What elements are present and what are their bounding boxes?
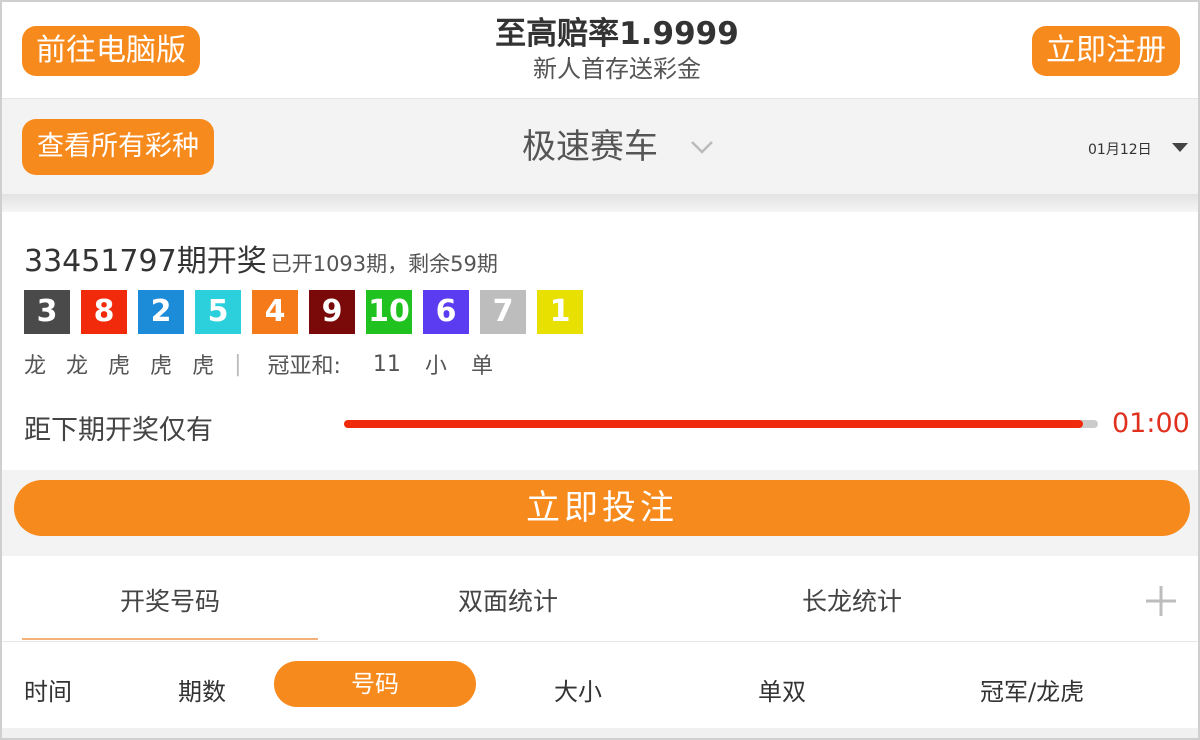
sum-size: 小 — [424, 354, 447, 379]
caret-down-icon[interactable] — [1172, 143, 1188, 152]
result-ball: 10 — [366, 290, 412, 334]
countdown-label: 距下期开奖仅有 — [24, 415, 213, 446]
filter-parity[interactable]: 单双 — [758, 672, 806, 707]
filter-issue[interactable]: 期数 — [178, 672, 226, 707]
active-tab-indicator — [22, 638, 318, 640]
result-ball: 6 — [423, 290, 469, 334]
stats-tabs: 开奖号码 双面统计 长龙统计 — [2, 556, 1198, 642]
chevron-down-icon[interactable] — [690, 135, 714, 159]
result-ball: 7 — [480, 290, 526, 334]
tab-streak-stats[interactable]: 长龙统计 — [802, 582, 902, 618]
issue-info: 已开1093期，剩余59期 — [270, 252, 498, 276]
promo-banner: 至高赔率1.9999 新人首存送彩金 — [402, 16, 832, 86]
result-ball: 9 — [309, 290, 355, 334]
result-ball: 2 — [138, 290, 184, 334]
dragon-tiger-value: 虎 — [150, 354, 173, 379]
dragon-tiger-value: 虎 — [192, 354, 215, 379]
result-ball: 5 — [195, 290, 241, 334]
filter-bar: 时间 期数 号码 大小 单双 冠军/龙虎 — [2, 642, 1198, 728]
separator: | — [234, 351, 242, 377]
result-ball: 8 — [81, 290, 127, 334]
tab-draw-numbers[interactable]: 开奖号码 — [120, 582, 220, 618]
countdown-time: 01:00 — [1112, 408, 1190, 439]
place-bet-button[interactable]: 立即投注 — [14, 480, 1190, 536]
register-button[interactable]: 立即注册 — [1032, 26, 1180, 76]
plus-icon[interactable] — [1144, 584, 1178, 618]
countdown-progress-fill — [344, 420, 1083, 428]
filter-size[interactable]: 大小 — [554, 672, 602, 707]
result-ball: 1 — [537, 290, 583, 334]
tab-two-sided-stats[interactable]: 双面统计 — [458, 582, 558, 618]
result-ball: 4 — [252, 290, 298, 334]
promo-subtitle: 新人首存送彩金 — [533, 55, 701, 83]
sum-value: 11 — [372, 351, 401, 377]
result-balls: 3 8 2 5 4 9 10 6 7 1 — [24, 290, 583, 334]
all-games-button[interactable]: 查看所有彩种 — [22, 119, 214, 175]
filter-champion-dragon-tiger[interactable]: 冠军/龙虎 — [980, 672, 1084, 707]
sum-label: 冠亚和: — [267, 354, 341, 379]
issue-title: 33451797期开奖 — [24, 244, 267, 279]
bottom-divider — [2, 728, 1198, 738]
pc-version-button[interactable]: 前往电脑版 — [22, 26, 200, 76]
result-ball: 3 — [24, 290, 70, 334]
game-name-dropdown[interactable]: 极速赛车 — [522, 125, 658, 169]
dragon-tiger-value: 龙 — [24, 354, 47, 379]
divider — [2, 194, 1198, 212]
countdown-progress-bar — [344, 420, 1098, 428]
date-label[interactable]: 01月12日 — [1088, 139, 1152, 159]
dragon-tiger-row: 龙 龙 虎 虎 虎 | 冠亚和: 11 小 单 — [24, 348, 517, 380]
filter-number[interactable]: 号码 — [274, 661, 476, 707]
dragon-tiger-value: 龙 — [66, 354, 89, 379]
issue-row: 33451797期开奖 已开1093期，剩余59期 — [24, 236, 498, 280]
sum-parity: 单 — [470, 354, 493, 379]
app-frame: 前往电脑版 至高赔率1.9999 新人首存送彩金 立即注册 查看所有彩种 极速赛… — [0, 0, 1200, 740]
header: 前往电脑版 至高赔率1.9999 新人首存送彩金 立即注册 — [2, 2, 1198, 98]
promo-title: 至高赔率1.9999 — [495, 16, 739, 52]
game-selector-bar: 查看所有彩种 极速赛车 01月12日 — [2, 98, 1198, 194]
dragon-tiger-value: 虎 — [108, 354, 131, 379]
bet-zone: 立即投注 — [2, 470, 1198, 556]
filter-time[interactable]: 时间 — [24, 672, 72, 707]
latest-result-panel: 33451797期开奖 已开1093期，剩余59期 3 8 2 5 4 9 10 … — [2, 212, 1198, 470]
